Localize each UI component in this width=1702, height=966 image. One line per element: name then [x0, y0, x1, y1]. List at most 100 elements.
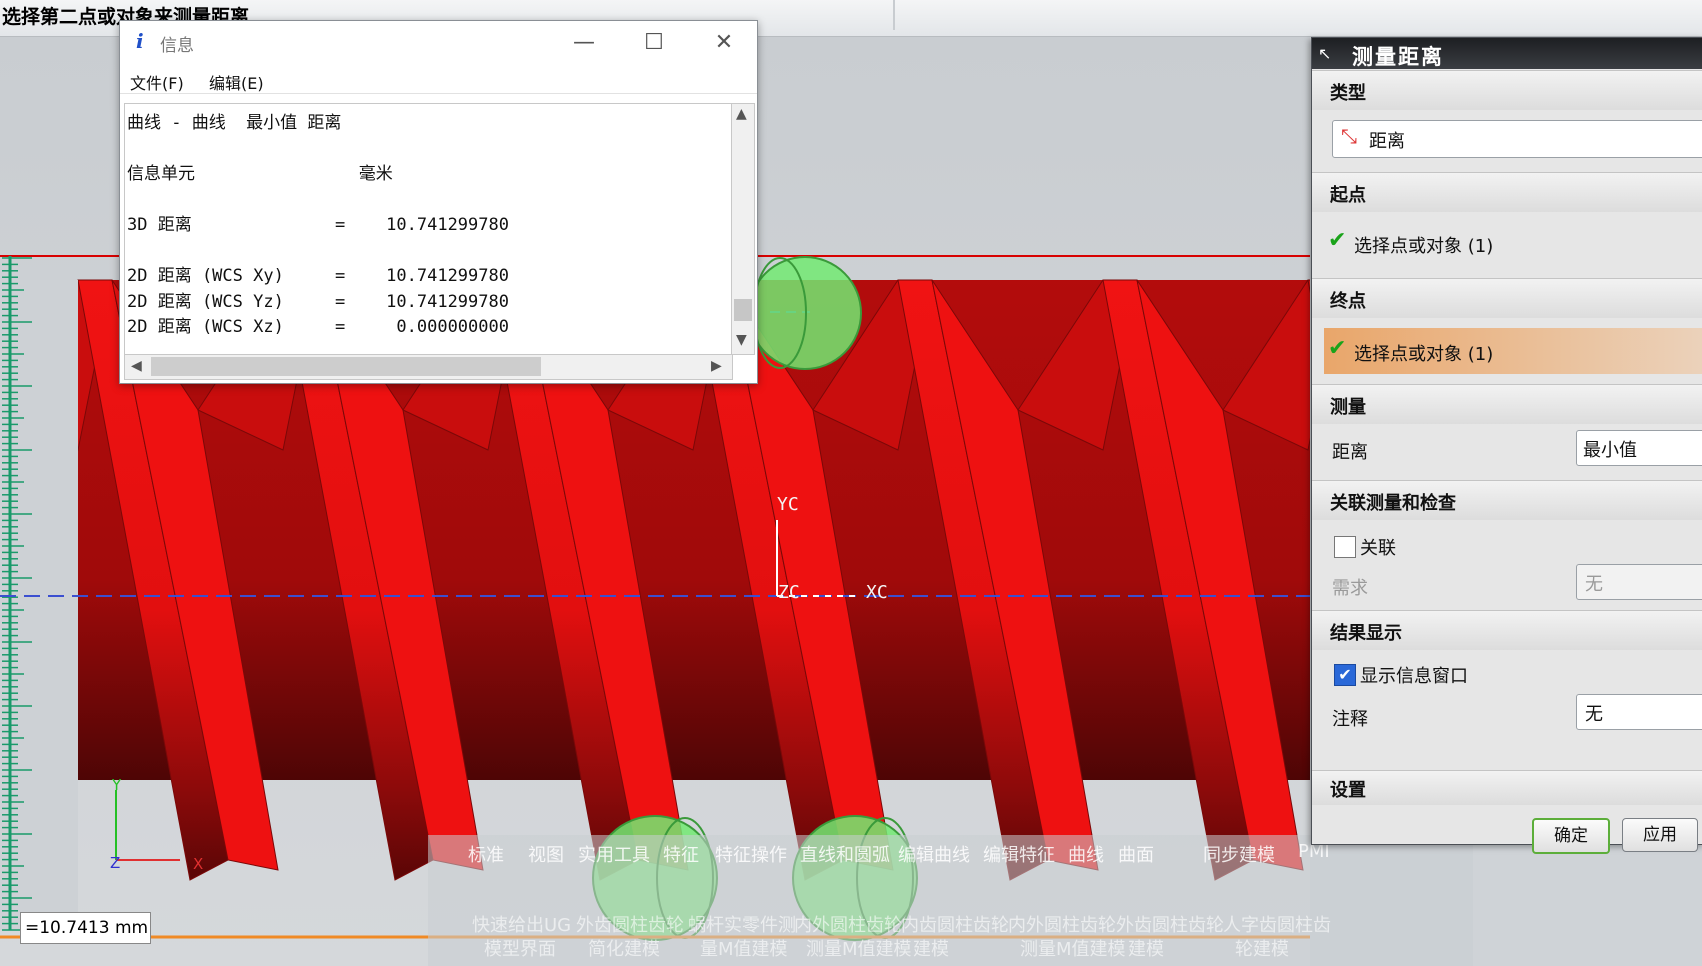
ribbon-command-label[interactable]: 内外圆柱齿轮	[1008, 911, 1116, 937]
ribbon-tab[interactable]: 视图	[528, 841, 564, 867]
section-settings-label: 设置	[1330, 780, 1366, 801]
section-measure-header[interactable]: 测量	[1312, 384, 1702, 425]
info-title-bar[interactable]: i 信息 — ☐ ✕	[120, 21, 757, 65]
section-result-label: 结果显示	[1330, 623, 1402, 644]
assoc-checkbox[interactable]	[1334, 536, 1356, 558]
wcs-xc-label: XC	[866, 582, 888, 603]
info-text-area[interactable]: 曲线 - 曲线 最小值 距离信息单元 毫米 3D 距离 = 10.74129978…	[124, 103, 731, 355]
close-icon[interactable]: ✕	[700, 27, 748, 59]
ribbon-command-label[interactable]: 轮建模	[1235, 935, 1289, 961]
ribbon-toolbar: 标准 视图 实用工具 特征 特征操作 直线和圆弧 编辑曲线 编辑特征 曲线 曲面 同步建模 PMI 快…	[428, 835, 1473, 966]
section-result-body: ✔ 显示信息窗口 注释 无	[1312, 650, 1702, 770]
distance-label: 距离	[1332, 442, 1368, 463]
end-point-selector[interactable]: ✔ 选择点或对象 (1)	[1324, 328, 1702, 374]
ribbon-command-label[interactable]: 简化建模	[588, 935, 660, 961]
ribbon-tab[interactable]: 标准	[468, 841, 504, 867]
viewport-left-mask	[0, 280, 78, 930]
section-assoc-header[interactable]: 关联测量和检查	[1312, 480, 1702, 521]
info-menu-bar: 文件(F) 编辑(E)	[120, 65, 757, 94]
ok-button[interactable]: 确定	[1532, 818, 1610, 854]
ribbon-tab[interactable]: 特征操作	[715, 841, 787, 867]
section-assoc-label: 关联测量和检查	[1330, 493, 1456, 514]
type-value: 距离	[1369, 131, 1405, 152]
measure-sphere-top	[748, 256, 862, 370]
ribbon-command-label[interactable]: 建模	[1128, 935, 1164, 961]
section-end-header[interactable]: 终点	[1312, 278, 1702, 319]
ribbon-command-label[interactable]: 内外圆柱齿轮	[794, 911, 902, 937]
maximize-icon[interactable]: ☐	[630, 27, 678, 59]
scroll-left-icon[interactable]: ◀	[131, 358, 142, 374]
ribbon-tab[interactable]: 实用工具	[578, 841, 650, 867]
distance-mode-dropdown[interactable]: 最小值	[1576, 430, 1702, 466]
ribbon-command-label[interactable]: 建模	[913, 935, 949, 961]
info-text-line: 曲线 - 曲线 最小值 距离	[127, 113, 342, 133]
ribbon-command-label[interactable]: 外齿圆柱齿轮	[576, 911, 684, 937]
info-text-line: 信息单元 毫米	[127, 164, 393, 184]
ribbon-tab[interactable]: 编辑曲线	[898, 841, 970, 867]
distance-readout: =10.7413 mm	[20, 912, 151, 944]
section-settings-header[interactable]: 设置	[1312, 770, 1702, 805]
menu-file[interactable]: 文件(F)	[130, 70, 184, 94]
info-window[interactable]: i 信息 — ☐ ✕ 文件(F) 编辑(E) 曲线 - 曲线 最小值 距离信息单…	[119, 20, 758, 384]
ribbon-command-label[interactable]: 人字齿圆柱齿	[1223, 911, 1331, 937]
ribbon-tab[interactable]: 曲线	[1068, 841, 1104, 867]
show-info-checkbox[interactable]: ✔	[1334, 664, 1356, 686]
info-icon: i	[136, 29, 144, 53]
check-icon: ✔	[1328, 336, 1347, 361]
ribbon-tab[interactable]: 曲面	[1118, 841, 1154, 867]
scroll-thumb[interactable]	[734, 299, 752, 321]
ribbon-tab[interactable]: 同步建模	[1203, 841, 1275, 867]
section-end-body: ✔ 选择点或对象 (1)	[1312, 318, 1702, 384]
scroll-down-icon[interactable]: ▼	[736, 332, 747, 348]
ribbon-command-label[interactable]: 蜗杆实零件测	[688, 911, 796, 937]
wcs-yc-label: YC	[777, 494, 799, 515]
ribbon-command-label[interactable]: 量M值建模	[700, 935, 788, 961]
scroll-up-icon[interactable]: ▲	[736, 106, 747, 122]
scroll-right-icon[interactable]: ▶	[711, 358, 722, 374]
dialog-title-bar[interactable]: ↖ 测量距离	[1312, 38, 1702, 69]
apply-button[interactable]: 应用	[1622, 818, 1698, 852]
section-type-body: ⤡ 距离	[1312, 110, 1702, 172]
section-end-label: 终点	[1330, 291, 1366, 312]
start-point-selector[interactable]: ✔ 选择点或对象 (1)	[1324, 222, 1702, 264]
ribbon-command-label[interactable]: 快速给出UG	[472, 911, 571, 937]
need-dropdown[interactable]: 无	[1576, 564, 1702, 600]
distance-mode-value: 最小值	[1583, 440, 1637, 461]
info-text-line: 2D 距离 (WCS Xz) = 0.000000000	[127, 317, 509, 337]
type-dropdown[interactable]: ⤡ 距离	[1332, 120, 1702, 158]
ribbon-command-label[interactable]: 测量M值建模	[1020, 935, 1126, 961]
ribbon-command-label[interactable]: 外齿圆柱齿轮	[1116, 911, 1224, 937]
section-result-header[interactable]: 结果显示	[1312, 610, 1702, 651]
info-title: 信息	[160, 36, 194, 56]
ribbon-tab[interactable]: 直线和圆弧	[800, 841, 890, 867]
abs-z-label: Z	[110, 854, 120, 872]
note-dropdown[interactable]: 无	[1576, 694, 1702, 730]
section-type-label: 类型	[1330, 83, 1366, 104]
wcs-zc-label: ZC	[778, 582, 800, 603]
dialog-pin-icon[interactable]: ↖	[1318, 44, 1340, 64]
dialog-title: 测量距离	[1352, 45, 1444, 69]
note-value: 无	[1585, 704, 1603, 725]
abs-x-label: X	[193, 855, 203, 873]
info-vertical-scrollbar[interactable]: ▲ ▼	[731, 103, 755, 355]
hscroll-thumb[interactable]	[151, 357, 541, 376]
section-start-header[interactable]: 起点	[1312, 172, 1702, 213]
ribbon-command-label[interactable]: 内齿圆柱齿轮	[901, 911, 1009, 937]
info-text-line: 2D 距离 (WCS Xy) = 10.741299780	[127, 266, 509, 286]
ribbon-tab[interactable]: 特征	[663, 841, 699, 867]
assoc-label: 关联	[1360, 538, 1396, 559]
measure-distance-dialog[interactable]: ↖ 测量距离 类型 ⤡ 距离 起点 ✔ 选择点或对象 (1) 终点 ✔ 选择点或…	[1311, 37, 1702, 854]
ribbon-command-label[interactable]: 测量M值建模	[806, 935, 912, 961]
ribbon-tab[interactable]: 编辑特征	[983, 841, 1055, 867]
info-text-line: 3D 距离 = 10.741299780	[127, 215, 509, 235]
info-horizontal-scrollbar[interactable]: ◀ ▶	[124, 354, 733, 380]
ribbon-command-label[interactable]: 模型界面	[484, 935, 556, 961]
section-type-header[interactable]: 类型	[1312, 70, 1702, 111]
note-label: 注释	[1332, 709, 1368, 730]
section-start-body: ✔ 选择点或对象 (1)	[1312, 212, 1702, 278]
need-value: 无	[1585, 574, 1603, 595]
section-measure-label: 测量	[1330, 397, 1366, 418]
start-select-label: 选择点或对象 (1)	[1354, 236, 1494, 257]
menu-edit[interactable]: 编辑(E)	[209, 70, 264, 94]
minimize-icon[interactable]: —	[560, 27, 608, 59]
